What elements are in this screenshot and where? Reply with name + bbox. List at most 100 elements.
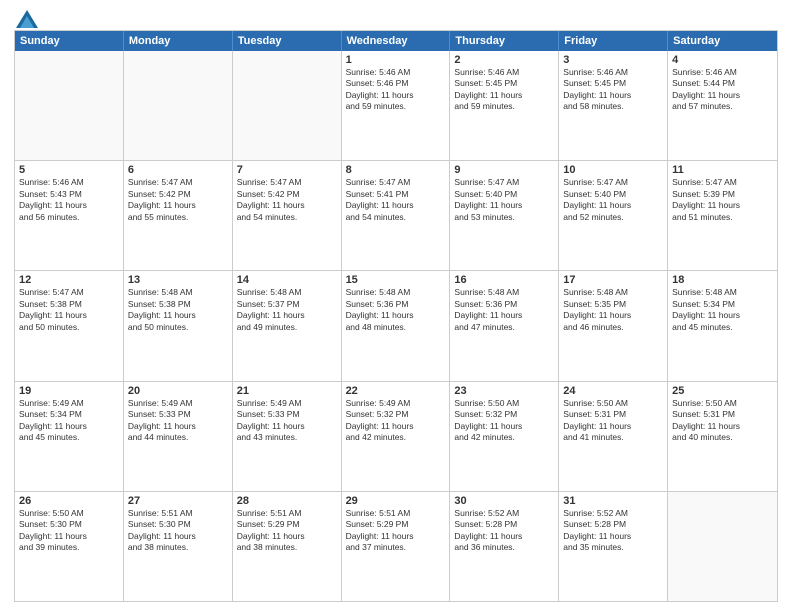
calendar-row-5: 26Sunrise: 5:50 AM Sunset: 5:30 PM Dayli… bbox=[15, 492, 777, 601]
calendar-body: 1Sunrise: 5:46 AM Sunset: 5:46 PM Daylig… bbox=[15, 51, 777, 601]
day-info: Sunrise: 5:49 AM Sunset: 5:34 PM Dayligh… bbox=[19, 398, 119, 444]
day-cell-1: 1Sunrise: 5:46 AM Sunset: 5:46 PM Daylig… bbox=[342, 51, 451, 160]
day-number: 26 bbox=[19, 495, 119, 507]
day-number: 28 bbox=[237, 495, 337, 507]
calendar-row-1: 1Sunrise: 5:46 AM Sunset: 5:46 PM Daylig… bbox=[15, 51, 777, 161]
day-info: Sunrise: 5:51 AM Sunset: 5:29 PM Dayligh… bbox=[346, 508, 446, 554]
day-info: Sunrise: 5:47 AM Sunset: 5:40 PM Dayligh… bbox=[563, 177, 663, 223]
day-number: 19 bbox=[19, 385, 119, 397]
day-cell-3: 3Sunrise: 5:46 AM Sunset: 5:45 PM Daylig… bbox=[559, 51, 668, 160]
day-info: Sunrise: 5:47 AM Sunset: 5:39 PM Dayligh… bbox=[672, 177, 773, 223]
day-cell-8: 8Sunrise: 5:47 AM Sunset: 5:41 PM Daylig… bbox=[342, 161, 451, 270]
day-number: 23 bbox=[454, 385, 554, 397]
day-cell-16: 16Sunrise: 5:48 AM Sunset: 5:36 PM Dayli… bbox=[450, 271, 559, 380]
day-cell-25: 25Sunrise: 5:50 AM Sunset: 5:31 PM Dayli… bbox=[668, 382, 777, 491]
day-number: 3 bbox=[563, 54, 663, 66]
calendar-row-3: 12Sunrise: 5:47 AM Sunset: 5:38 PM Dayli… bbox=[15, 271, 777, 381]
page: SundayMondayTuesdayWednesdayThursdayFrid… bbox=[0, 0, 792, 612]
calendar-header: SundayMondayTuesdayWednesdayThursdayFrid… bbox=[15, 31, 777, 51]
day-info: Sunrise: 5:48 AM Sunset: 5:38 PM Dayligh… bbox=[128, 287, 228, 333]
weekday-header-thursday: Thursday bbox=[450, 31, 559, 51]
day-info: Sunrise: 5:47 AM Sunset: 5:41 PM Dayligh… bbox=[346, 177, 446, 223]
day-cell-20: 20Sunrise: 5:49 AM Sunset: 5:33 PM Dayli… bbox=[124, 382, 233, 491]
weekday-header-wednesday: Wednesday bbox=[342, 31, 451, 51]
day-number: 21 bbox=[237, 385, 337, 397]
day-cell-11: 11Sunrise: 5:47 AM Sunset: 5:39 PM Dayli… bbox=[668, 161, 777, 270]
weekday-header-sunday: Sunday bbox=[15, 31, 124, 51]
day-number: 14 bbox=[237, 274, 337, 286]
header bbox=[14, 10, 778, 24]
day-cell-23: 23Sunrise: 5:50 AM Sunset: 5:32 PM Dayli… bbox=[450, 382, 559, 491]
day-cell-12: 12Sunrise: 5:47 AM Sunset: 5:38 PM Dayli… bbox=[15, 271, 124, 380]
weekday-header-monday: Monday bbox=[124, 31, 233, 51]
day-number: 12 bbox=[19, 274, 119, 286]
logo bbox=[14, 10, 38, 24]
day-cell-13: 13Sunrise: 5:48 AM Sunset: 5:38 PM Dayli… bbox=[124, 271, 233, 380]
day-cell-9: 9Sunrise: 5:47 AM Sunset: 5:40 PM Daylig… bbox=[450, 161, 559, 270]
calendar: SundayMondayTuesdayWednesdayThursdayFrid… bbox=[14, 30, 778, 602]
day-info: Sunrise: 5:49 AM Sunset: 5:32 PM Dayligh… bbox=[346, 398, 446, 444]
day-info: Sunrise: 5:46 AM Sunset: 5:45 PM Dayligh… bbox=[454, 67, 554, 113]
day-cell-2: 2Sunrise: 5:46 AM Sunset: 5:45 PM Daylig… bbox=[450, 51, 559, 160]
day-cell-7: 7Sunrise: 5:47 AM Sunset: 5:42 PM Daylig… bbox=[233, 161, 342, 270]
day-number: 8 bbox=[346, 164, 446, 176]
calendar-row-4: 19Sunrise: 5:49 AM Sunset: 5:34 PM Dayli… bbox=[15, 382, 777, 492]
empty-cell-r0c2 bbox=[233, 51, 342, 160]
day-cell-17: 17Sunrise: 5:48 AM Sunset: 5:35 PM Dayli… bbox=[559, 271, 668, 380]
calendar-row-2: 5Sunrise: 5:46 AM Sunset: 5:43 PM Daylig… bbox=[15, 161, 777, 271]
day-cell-30: 30Sunrise: 5:52 AM Sunset: 5:28 PM Dayli… bbox=[450, 492, 559, 601]
weekday-header-tuesday: Tuesday bbox=[233, 31, 342, 51]
day-info: Sunrise: 5:50 AM Sunset: 5:32 PM Dayligh… bbox=[454, 398, 554, 444]
day-number: 4 bbox=[672, 54, 773, 66]
day-number: 6 bbox=[128, 164, 228, 176]
day-info: Sunrise: 5:46 AM Sunset: 5:46 PM Dayligh… bbox=[346, 67, 446, 113]
day-info: Sunrise: 5:47 AM Sunset: 5:40 PM Dayligh… bbox=[454, 177, 554, 223]
day-cell-27: 27Sunrise: 5:51 AM Sunset: 5:30 PM Dayli… bbox=[124, 492, 233, 601]
day-number: 13 bbox=[128, 274, 228, 286]
day-info: Sunrise: 5:49 AM Sunset: 5:33 PM Dayligh… bbox=[128, 398, 228, 444]
empty-cell-r4c6 bbox=[668, 492, 777, 601]
day-info: Sunrise: 5:51 AM Sunset: 5:29 PM Dayligh… bbox=[237, 508, 337, 554]
day-number: 2 bbox=[454, 54, 554, 66]
day-info: Sunrise: 5:46 AM Sunset: 5:43 PM Dayligh… bbox=[19, 177, 119, 223]
day-info: Sunrise: 5:50 AM Sunset: 5:31 PM Dayligh… bbox=[563, 398, 663, 444]
day-number: 25 bbox=[672, 385, 773, 397]
day-info: Sunrise: 5:52 AM Sunset: 5:28 PM Dayligh… bbox=[454, 508, 554, 554]
day-info: Sunrise: 5:48 AM Sunset: 5:34 PM Dayligh… bbox=[672, 287, 773, 333]
day-info: Sunrise: 5:47 AM Sunset: 5:42 PM Dayligh… bbox=[237, 177, 337, 223]
empty-cell-r0c1 bbox=[124, 51, 233, 160]
day-info: Sunrise: 5:46 AM Sunset: 5:45 PM Dayligh… bbox=[563, 67, 663, 113]
day-number: 1 bbox=[346, 54, 446, 66]
day-number: 18 bbox=[672, 274, 773, 286]
day-cell-29: 29Sunrise: 5:51 AM Sunset: 5:29 PM Dayli… bbox=[342, 492, 451, 601]
day-info: Sunrise: 5:48 AM Sunset: 5:35 PM Dayligh… bbox=[563, 287, 663, 333]
day-cell-10: 10Sunrise: 5:47 AM Sunset: 5:40 PM Dayli… bbox=[559, 161, 668, 270]
logo-icon bbox=[16, 10, 38, 28]
weekday-header-saturday: Saturday bbox=[668, 31, 777, 51]
day-cell-22: 22Sunrise: 5:49 AM Sunset: 5:32 PM Dayli… bbox=[342, 382, 451, 491]
day-number: 31 bbox=[563, 495, 663, 507]
day-number: 17 bbox=[563, 274, 663, 286]
day-info: Sunrise: 5:50 AM Sunset: 5:30 PM Dayligh… bbox=[19, 508, 119, 554]
day-cell-6: 6Sunrise: 5:47 AM Sunset: 5:42 PM Daylig… bbox=[124, 161, 233, 270]
day-cell-26: 26Sunrise: 5:50 AM Sunset: 5:30 PM Dayli… bbox=[15, 492, 124, 601]
day-info: Sunrise: 5:48 AM Sunset: 5:36 PM Dayligh… bbox=[346, 287, 446, 333]
day-cell-31: 31Sunrise: 5:52 AM Sunset: 5:28 PM Dayli… bbox=[559, 492, 668, 601]
day-info: Sunrise: 5:49 AM Sunset: 5:33 PM Dayligh… bbox=[237, 398, 337, 444]
day-cell-4: 4Sunrise: 5:46 AM Sunset: 5:44 PM Daylig… bbox=[668, 51, 777, 160]
day-cell-21: 21Sunrise: 5:49 AM Sunset: 5:33 PM Dayli… bbox=[233, 382, 342, 491]
day-number: 9 bbox=[454, 164, 554, 176]
day-number: 10 bbox=[563, 164, 663, 176]
day-number: 5 bbox=[19, 164, 119, 176]
day-cell-18: 18Sunrise: 5:48 AM Sunset: 5:34 PM Dayli… bbox=[668, 271, 777, 380]
day-info: Sunrise: 5:48 AM Sunset: 5:36 PM Dayligh… bbox=[454, 287, 554, 333]
day-number: 30 bbox=[454, 495, 554, 507]
day-number: 22 bbox=[346, 385, 446, 397]
day-info: Sunrise: 5:50 AM Sunset: 5:31 PM Dayligh… bbox=[672, 398, 773, 444]
day-number: 7 bbox=[237, 164, 337, 176]
day-info: Sunrise: 5:52 AM Sunset: 5:28 PM Dayligh… bbox=[563, 508, 663, 554]
day-info: Sunrise: 5:46 AM Sunset: 5:44 PM Dayligh… bbox=[672, 67, 773, 113]
day-info: Sunrise: 5:47 AM Sunset: 5:38 PM Dayligh… bbox=[19, 287, 119, 333]
day-cell-14: 14Sunrise: 5:48 AM Sunset: 5:37 PM Dayli… bbox=[233, 271, 342, 380]
day-number: 27 bbox=[128, 495, 228, 507]
